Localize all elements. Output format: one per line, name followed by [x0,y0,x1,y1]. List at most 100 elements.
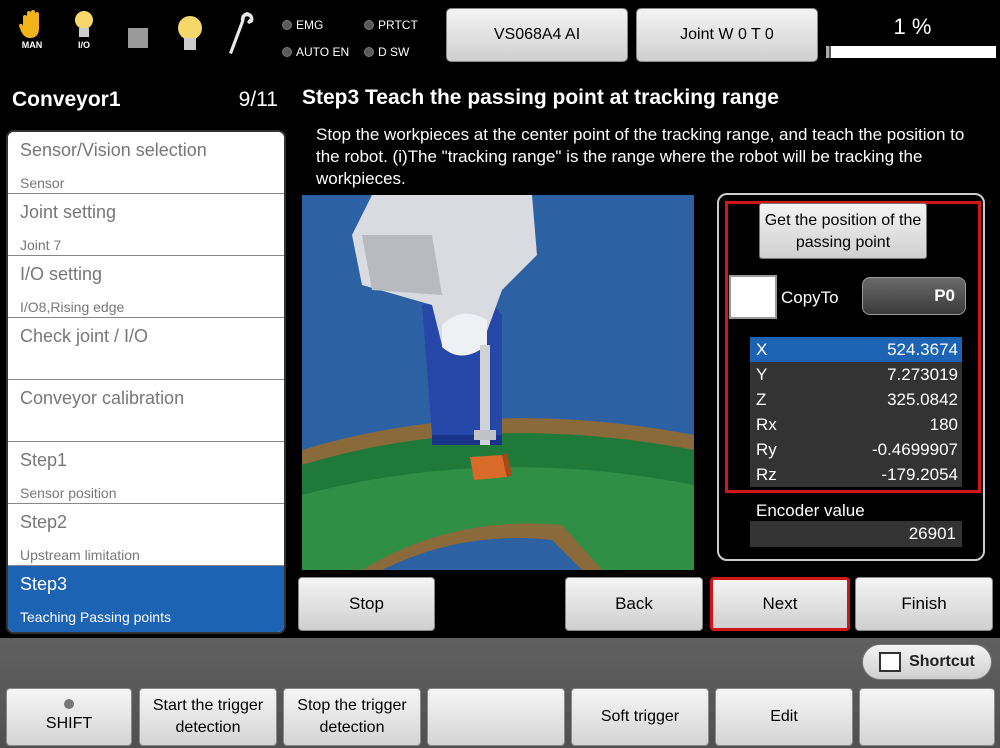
function-key-empty-1[interactable] [427,688,565,746]
coord-label: Rz [756,465,777,484]
hand-icon[interactable]: MAN [12,10,52,66]
robot-scene-icon [302,195,694,570]
get-position-button[interactable]: Get the position of the passing point [759,203,927,259]
coord-row-rz[interactable]: Rz -179.2054 [750,462,962,487]
sidebar-item-conveyor-calibration[interactable]: Conveyor calibration [8,380,284,442]
stop-trigger-button[interactable]: Stop the trigger detection [283,688,421,746]
copy-to-checkbox[interactable] [729,275,777,319]
page-title: Step3 Teach the passing point at trackin… [302,86,779,109]
shift-label: SHIFT [45,715,93,732]
coord-row-ry[interactable]: Ry -0.4699907 [750,437,962,462]
coord-value: -179.2054 [881,465,958,484]
emg-label: EMG [296,18,324,32]
stop-button[interactable]: Stop [298,577,435,631]
coord-label: Y [756,365,768,384]
sidebar-item-sub: Joint 7 [20,237,62,253]
main-area: Step3 Teach the passing point at trackin… [292,70,1000,638]
sidebar-item-sub: Sensor [20,175,65,191]
sidebar-item-step1[interactable]: Step1 Sensor position [8,442,284,504]
sidebar-item-check-joint-io[interactable]: Check joint / I/O [8,318,284,380]
start-trigger-button[interactable]: Start the trigger detection [139,688,277,746]
sidebar-item-sub: Upstream limitation [20,547,140,563]
shift-led-icon [64,699,74,709]
soft-trigger-button[interactable]: Soft trigger [571,688,709,746]
encoder-value: 26901 [750,521,962,547]
auto-en-led-icon [282,47,292,57]
encoder-label: Encoder value [756,501,865,520]
coord-value: 325.0842 [887,390,958,409]
coordinates-table: X 524.3674 Y 7.273019 Z 325.0842 Rx 180 … [750,337,962,487]
emg-led-icon [282,20,292,30]
speed-readout[interactable]: 1 % [830,14,995,40]
step-description: Stop the workpieces at the center point … [316,125,965,188]
sidebar-item-label: Step2 [20,512,68,532]
dsw-led-icon [364,47,374,57]
sidebar: Conveyor1 9/11 Sensor/Vision selection S… [0,70,292,638]
square-icon[interactable] [118,10,158,66]
sidebar-item-step3[interactable]: Step3 Teaching Passing points [8,566,284,632]
coord-value: -0.4699907 [871,440,958,459]
function-key-empty-2[interactable] [859,688,995,746]
back-button[interactable]: Back [565,577,703,631]
emg-indicator: EMG [282,18,323,32]
coord-row-x[interactable]: X 524.3674 [750,337,962,362]
coord-value: 180 [929,415,958,434]
coord-label: Z [756,390,767,409]
coord-row-y[interactable]: Y 7.273019 [750,362,962,387]
sidebar-item-label: Conveyor calibration [20,388,185,408]
sidebar-item-step2[interactable]: Step2 Upstream limitation [8,504,284,566]
edit-button[interactable]: Edit [715,688,853,746]
coord-value: 524.3674 [887,340,958,359]
sidebar-item-io-setting[interactable]: I/O setting I/O8,Rising edge [8,256,284,318]
sidebar-item-sub: Teaching Passing points [20,609,171,625]
shortcut-label: Shortcut [909,653,975,670]
copy-to-label: CopyTo [781,288,839,307]
teach-panel: Get the position of the passing point Co… [717,193,985,561]
prtct-indicator: PRTCT [364,18,418,32]
coord-value: 7.273019 [887,365,958,384]
coord-label: X [756,340,768,359]
coord-label: Rx [756,415,777,434]
sidebar-item-sub: Sensor position [20,485,117,501]
robot-illustration [302,195,694,570]
dsw-label: D SW [378,45,410,59]
sidebar-title: Conveyor1 [12,88,121,111]
wrench-icon[interactable] [222,10,262,66]
sidebar-item-label: I/O setting [20,264,103,284]
sidebar-item-sensor-vision[interactable]: Sensor/Vision selection Sensor [8,132,284,194]
speed-fill [829,46,831,58]
coord-row-rx[interactable]: Rx 180 [750,412,962,437]
next-button[interactable]: Next [710,577,850,631]
sidebar-item-label: Joint setting [20,202,117,222]
sidebar-item-joint-setting[interactable]: Joint setting Joint 7 [8,194,284,256]
speed-bar[interactable] [826,46,996,58]
sidebar-item-label: Step1 [20,450,68,470]
top-bar: MAN I/O EMG PRTCT AUTO EN D SW VS068A4 A… [0,0,1000,70]
bulb-icon[interactable] [170,10,210,66]
prtct-label: PRTCT [378,18,418,32]
coord-row-z[interactable]: Z 325.0842 [750,387,962,412]
bulb-io-icon[interactable]: I/O [64,10,104,66]
copy-to-point-select[interactable]: P0 [862,277,966,315]
mode-button[interactable]: Joint W 0 T 0 [636,8,818,62]
step-list: Sensor/Vision selection Sensor Joint set… [6,130,286,634]
shift-button[interactable]: SHIFT [6,688,132,746]
function-bar: Shortcut SHIFT Start the trigger detecti… [0,638,1000,748]
sidebar-item-label: Check joint / I/O [20,326,149,346]
coord-label: Ry [756,440,777,459]
dsw-indicator: D SW [364,45,409,59]
step-counter: 9/11 [238,88,278,111]
robot-model-button[interactable]: VS068A4 AI [446,8,628,62]
auto-en-indicator: AUTO EN [282,45,349,59]
sidebar-header: Conveyor1 9/11 [0,70,292,128]
io-label: I/O [77,40,90,50]
mode-label: MAN [21,40,43,50]
auto-en-label: AUTO EN [296,45,350,59]
shortcut-icon [879,652,902,672]
sidebar-item-label: Step3 [20,574,68,594]
sidebar-item-sub: I/O8,Rising edge [20,299,125,315]
sidebar-item-label: Sensor/Vision selection [20,140,207,160]
finish-button[interactable]: Finish [855,577,993,631]
shortcut-button[interactable]: Shortcut [862,644,992,680]
prtct-led-icon [364,20,374,30]
